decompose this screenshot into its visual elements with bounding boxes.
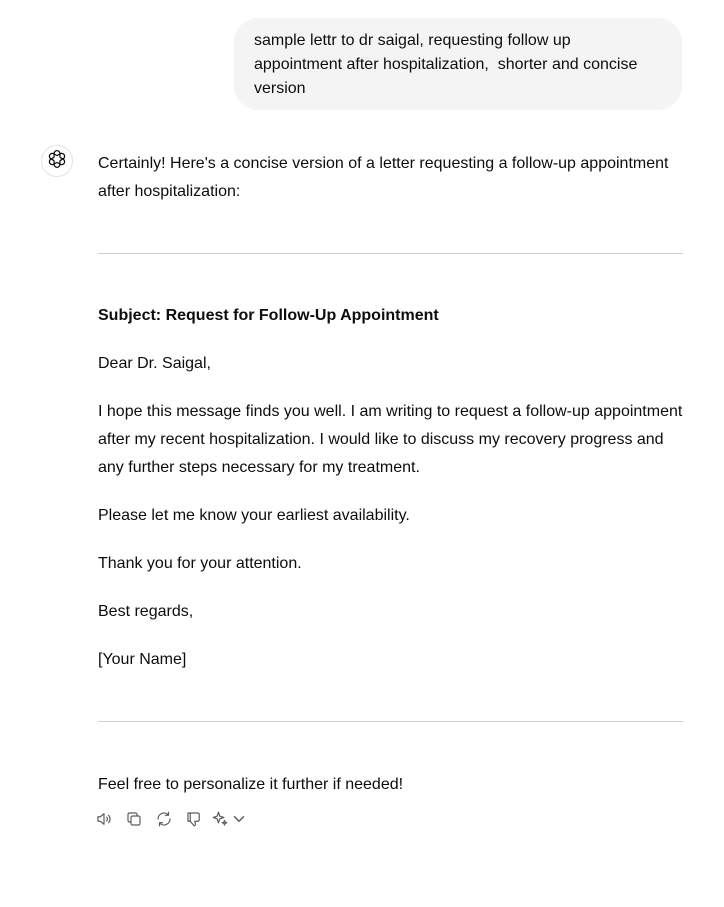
assistant-intro: Certainly! Here's a concise version of a… [98, 150, 683, 206]
speaker-icon [95, 810, 113, 833]
regenerate-button[interactable] [154, 811, 174, 831]
openai-logo-icon [47, 149, 67, 174]
message-actions [94, 811, 244, 831]
letter-thanks: Thank you for your attention. [98, 555, 302, 572]
assistant-avatar [41, 145, 73, 177]
regenerate-icon [155, 810, 173, 833]
copy-icon [125, 810, 143, 833]
read-aloud-button[interactable] [94, 811, 114, 831]
letter-greeting: Dear Dr. Saigal, [98, 355, 211, 372]
copy-button[interactable] [124, 811, 144, 831]
letter-availability: Please let me know your earliest availab… [98, 507, 410, 524]
letter-body: I hope this message finds you well. I am… [98, 403, 683, 476]
letter-subject: Subject: Request for Follow-Up Appointme… [98, 307, 439, 324]
bad-response-button[interactable] [184, 811, 204, 831]
chevron-down-icon [230, 810, 248, 833]
letter-regards: Best regards, [98, 603, 194, 620]
user-message-bubble: sample lettr to dr saigal, requesting fo… [234, 18, 682, 110]
thumbs-down-icon [185, 810, 203, 833]
sparkle-icon [211, 810, 229, 833]
closing-text: Feel free to personalize it further if n… [98, 776, 404, 793]
divider-bottom [98, 721, 683, 722]
divider-top [98, 253, 683, 254]
letter-signature: [Your Name] [98, 651, 187, 668]
intro-text: Certainly! Here's a concise version of a… [98, 155, 669, 200]
switch-model-button[interactable] [211, 810, 244, 833]
